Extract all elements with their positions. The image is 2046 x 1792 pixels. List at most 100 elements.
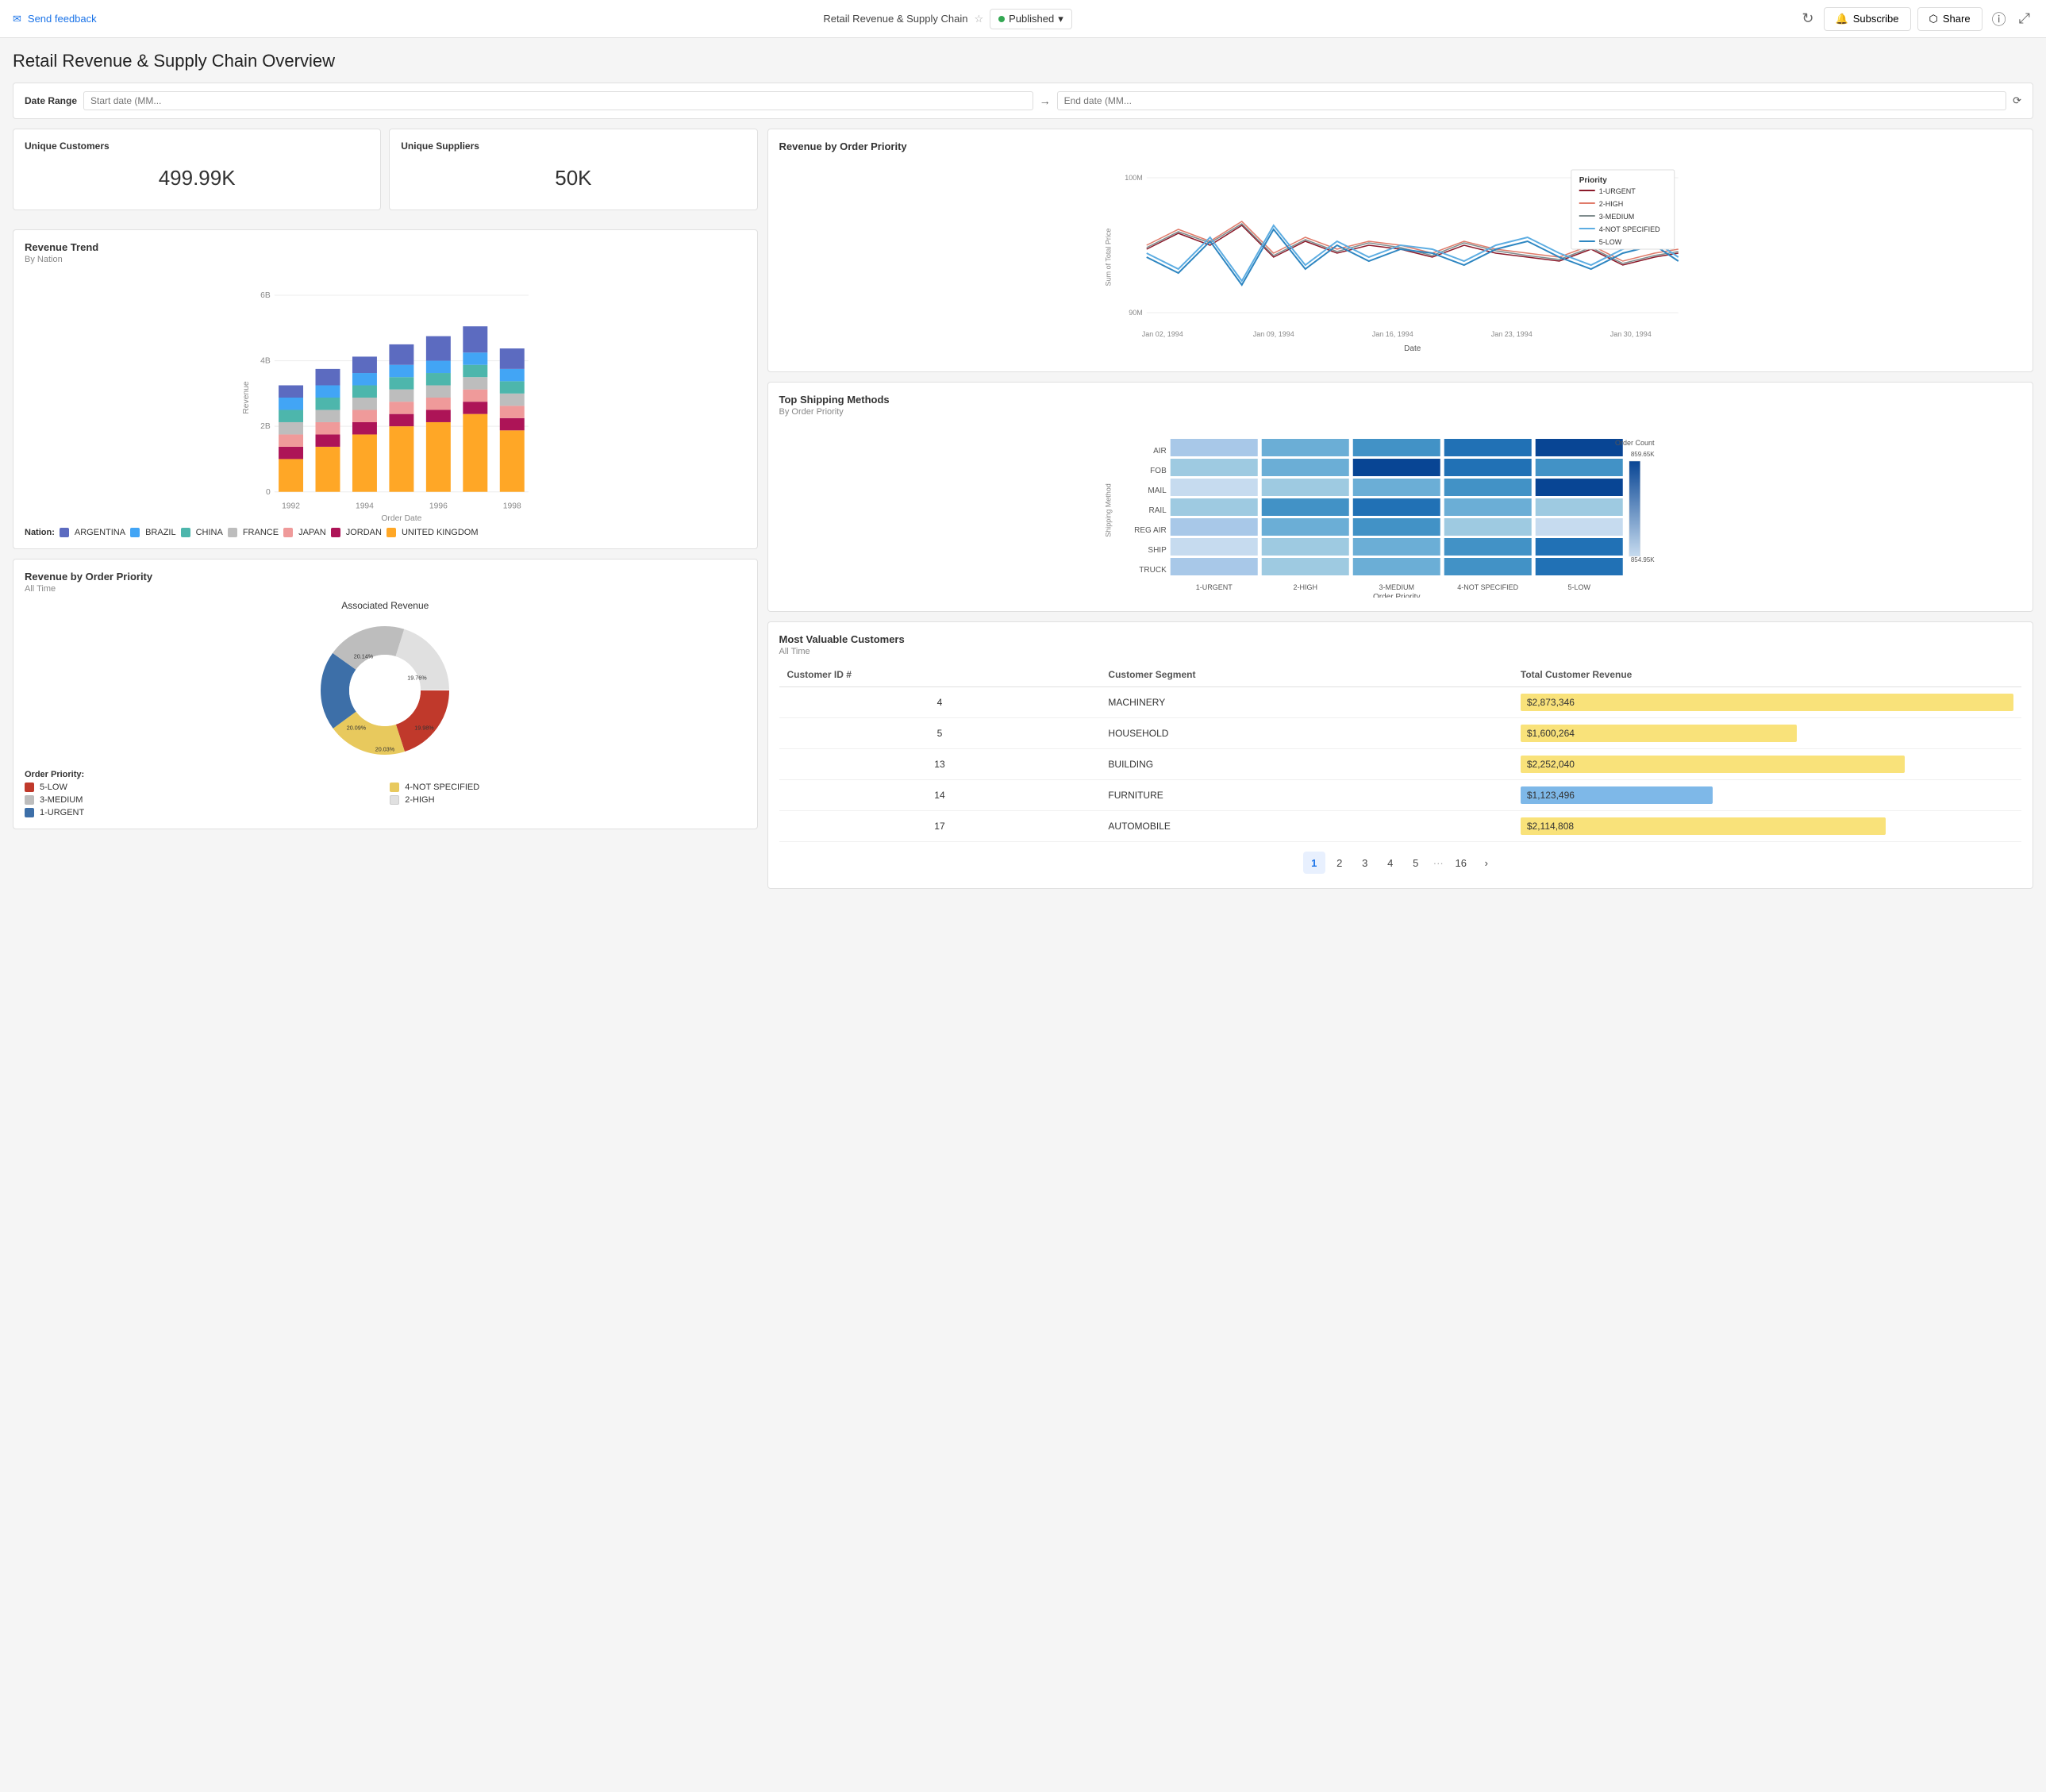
cell-revenue: $2,114,808 xyxy=(1513,811,2021,842)
info-button[interactable]: ⓘ xyxy=(1989,6,2009,33)
heatmap-title: Top Shipping Methods xyxy=(779,394,2021,406)
kpi-row: Unique Customers 499.99K Unique Supplier… xyxy=(13,129,758,210)
cell-customer-id: 5 xyxy=(779,718,1101,749)
cell-segment: MACHINERY xyxy=(1100,687,1512,718)
cell-customer-id: 14 xyxy=(779,780,1101,811)
feedback-icon: ✉ xyxy=(13,13,21,25)
unique-customers-label: Unique Customers xyxy=(25,140,369,152)
unique-suppliers-value: 50K xyxy=(401,158,745,198)
share-button[interactable]: ⬡ Share xyxy=(1917,7,1983,31)
page-5-button[interactable]: 5 xyxy=(1405,852,1427,874)
date-refresh-icon[interactable]: ⟳ xyxy=(2013,94,2021,107)
star-icon[interactable]: ☆ xyxy=(974,13,983,25)
svg-text:4B: 4B xyxy=(260,357,271,366)
published-badge[interactable]: Published ▾ xyxy=(990,9,1072,29)
published-dot xyxy=(998,16,1005,22)
published-label: Published xyxy=(1009,13,1054,25)
svg-text:Jan 30, 1994: Jan 30, 1994 xyxy=(1609,330,1651,338)
revenue-priority-title: Revenue by Order Priority xyxy=(25,571,746,583)
start-date-input[interactable] xyxy=(83,91,1033,110)
chevron-down-icon: ▾ xyxy=(1058,13,1063,25)
revenue-trend-chart: Revenue 6B 4B 2B 0 xyxy=(25,271,746,525)
cell-revenue: $2,873,346 xyxy=(1513,687,2021,718)
table-header-row: Customer ID # Customer Segment Total Cus… xyxy=(779,663,2021,687)
svg-text:1994: 1994 xyxy=(356,502,374,510)
svg-text:5-LOW: 5-LOW xyxy=(1598,238,1621,246)
col-customer-segment: Customer Segment xyxy=(1100,663,1512,687)
svg-text:Date: Date xyxy=(1404,344,1421,353)
svg-text:FOB: FOB xyxy=(1150,467,1167,475)
report-title: Retail Revenue & Supply Chain xyxy=(823,13,967,25)
cell-customer-id: 4 xyxy=(779,687,1101,718)
revenue-bar: $1,600,264 xyxy=(1521,725,1797,742)
table-row: 14FURNITURE$1,123,496 xyxy=(779,780,2021,811)
most-valuable-subtitle: All Time xyxy=(779,647,2021,656)
svg-text:2-HIGH: 2-HIGH xyxy=(1598,200,1623,208)
svg-text:RAIL: RAIL xyxy=(1148,506,1167,515)
cell-customer-id: 13 xyxy=(779,749,1101,780)
bar-chart-svg: Revenue 6B 4B 2B 0 xyxy=(25,271,746,525)
line-chart-card: Revenue by Order Priority Sum of Total P… xyxy=(767,129,2033,372)
fullscreen-button[interactable]: ⤢ xyxy=(2016,7,2033,30)
page-title: Retail Revenue & Supply Chain Overview xyxy=(13,51,2033,71)
cell-customer-id: 17 xyxy=(779,811,1101,842)
left-column: Unique Customers 499.99K Unique Supplier… xyxy=(13,129,758,889)
line-chart-svg: Sum of Total Price 100M 90M xyxy=(779,154,2021,360)
svg-text:Order Priority: Order Priority xyxy=(1373,593,1420,598)
y-axis-label: Revenue xyxy=(242,381,251,414)
revenue-bar: $2,252,040 xyxy=(1521,756,1905,773)
unique-customers-value: 499.99K xyxy=(25,158,369,198)
table-row: 13BUILDING$2,252,040 xyxy=(779,749,2021,780)
svg-text:TRUCK: TRUCK xyxy=(1139,566,1167,575)
heatmap-svg: AIR FOB MAIL RAIL REG AIR SHIP TRUCK Shi… xyxy=(779,423,2021,598)
svg-text:SHIP: SHIP xyxy=(1148,546,1167,555)
end-date-input[interactable] xyxy=(1057,91,2007,110)
send-feedback-link[interactable]: ✉ Send feedback xyxy=(13,13,97,25)
svg-text:REG AIR: REG AIR xyxy=(1134,526,1167,535)
page-1-button[interactable]: 1 xyxy=(1303,852,1325,874)
svg-text:Order Date: Order Date xyxy=(381,514,421,523)
heatmap-card: Top Shipping Methods By Order Priority A… xyxy=(767,382,2033,612)
cell-revenue: $1,600,264 xyxy=(1513,718,2021,749)
svg-text:Jan 09, 1994: Jan 09, 1994 xyxy=(1252,330,1294,338)
col-customer-id: Customer ID # xyxy=(779,663,1101,687)
customers-table: Customer ID # Customer Segment Total Cus… xyxy=(779,663,2021,842)
arrow-icon: → xyxy=(1040,94,1051,107)
page-16-button[interactable]: 16 xyxy=(1450,852,1472,874)
pie-chart-wrap: 20.14% 19.76% 20.09% 19.98% 20.03% xyxy=(25,619,746,762)
line-chart-title: Revenue by Order Priority xyxy=(779,140,2021,152)
subscribe-button[interactable]: 🔔 Subscribe xyxy=(1824,7,1911,31)
pie-chart-title: Associated Revenue xyxy=(25,600,746,611)
unique-suppliers-label: Unique Suppliers xyxy=(401,140,745,152)
page-dots: ··· xyxy=(1430,857,1447,869)
svg-text:0: 0 xyxy=(266,488,271,497)
svg-text:Sum of Total Price: Sum of Total Price xyxy=(1104,229,1112,286)
refresh-button[interactable]: ↻ xyxy=(1798,7,1817,30)
svg-text:Jan 23, 1994: Jan 23, 1994 xyxy=(1490,330,1532,338)
table-row: 4MACHINERY $2,873,346 xyxy=(779,687,2021,718)
customers-table-wrap: Customer ID # Customer Segment Total Cus… xyxy=(779,663,2021,842)
svg-text:859.65K: 859.65K xyxy=(1630,451,1654,458)
svg-text:19.98%: 19.98% xyxy=(415,725,435,732)
nav-center: Retail Revenue & Supply Chain ☆ Publishe… xyxy=(823,9,1071,29)
svg-text:5-LOW: 5-LOW xyxy=(1567,583,1590,591)
svg-text:20.03%: 20.03% xyxy=(375,746,395,753)
revenue-bar: $2,873,346 xyxy=(1521,694,2013,711)
revenue-bar: $1,123,496 xyxy=(1521,786,1713,804)
pagination: 1 2 3 4 5 ··· 16 › xyxy=(779,842,2021,877)
page-4-button[interactable]: 4 xyxy=(1379,852,1402,874)
svg-text:1-URGENT: 1-URGENT xyxy=(1598,187,1636,195)
revenue-trend-subtitle: By Nation xyxy=(25,255,746,264)
svg-text:Jan 02, 1994: Jan 02, 1994 xyxy=(1141,330,1183,338)
svg-text:4-NOT SPECIFIED: 4-NOT SPECIFIED xyxy=(1598,225,1659,233)
cell-segment: AUTOMOBILE xyxy=(1100,811,1512,842)
page-2-button[interactable]: 2 xyxy=(1329,852,1351,874)
svg-text:MAIL: MAIL xyxy=(1148,486,1167,495)
page-3-button[interactable]: 3 xyxy=(1354,852,1376,874)
dashboard-grid: Unique Customers 499.99K Unique Supplier… xyxy=(13,129,2033,889)
unique-suppliers-card: Unique Suppliers 50K xyxy=(389,129,757,210)
revenue-trend-title: Revenue Trend xyxy=(25,241,746,253)
svg-text:1998: 1998 xyxy=(503,502,521,510)
page-next-button[interactable]: › xyxy=(1475,852,1498,874)
svg-text:2-HIGH: 2-HIGH xyxy=(1293,583,1317,591)
